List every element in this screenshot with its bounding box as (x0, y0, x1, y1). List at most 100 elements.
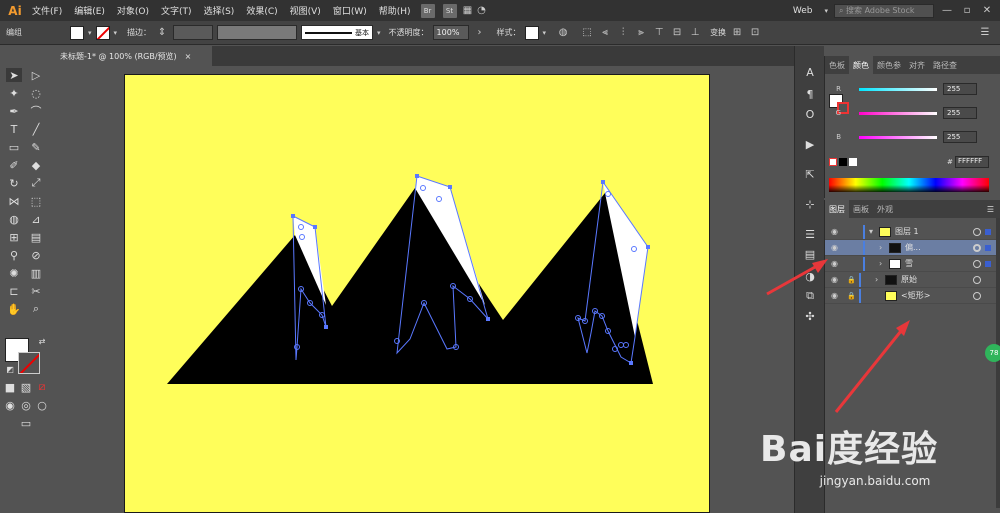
opacity-field[interactable]: 100% (432, 25, 469, 40)
fill-swatch[interactable] (70, 25, 84, 40)
column-graph-tool-icon[interactable]: ▥ (28, 266, 44, 280)
layer-row-5[interactable]: ◉ 🔒 <矩形> (825, 288, 997, 304)
tab-pathfinder[interactable]: 路径查 (929, 56, 961, 74)
align-left-icon[interactable]: ⫷ (598, 26, 612, 40)
layers-scrollbar[interactable] (996, 218, 1000, 508)
layer-name[interactable]: 雪 (905, 258, 973, 269)
curvature-tool-icon[interactable]: ⌒ (28, 104, 44, 118)
panel-menu-icon[interactable]: ☰ (978, 26, 992, 40)
eyedropper-tool-icon[interactable]: ⚲ (6, 248, 22, 262)
magic-wand-tool-icon[interactable]: ✦ (6, 86, 22, 100)
gpu-performance-icon[interactable]: ◔ (475, 4, 489, 18)
red-value[interactable]: 255 (943, 83, 977, 95)
links-panel-icon[interactable]: ⧉ (802, 288, 818, 304)
green-track[interactable] (859, 111, 937, 115)
workspace-chevron-down-icon[interactable]: ▾ (824, 7, 828, 15)
expand-chevron-right-icon[interactable]: › (879, 259, 889, 268)
type-tool-icon[interactable]: T (6, 122, 22, 136)
character-panel-icon[interactable]: A (802, 64, 818, 80)
asset-export-icon[interactable]: ✣ (802, 308, 818, 324)
notification-badge[interactable]: 78 (985, 344, 1000, 362)
target-circle-icon[interactable] (973, 259, 981, 268)
align-middle-icon[interactable]: ⊟ (670, 26, 684, 40)
expand-chevron-down-icon[interactable]: ▾ (869, 227, 879, 236)
gradient-mode-icon[interactable]: ▧ (18, 380, 34, 394)
stroke-panel-icon[interactable]: ☰ (802, 226, 818, 242)
document-tab-close-icon[interactable]: × (185, 52, 192, 61)
brush-style-dropdown[interactable]: 基本 (301, 25, 374, 40)
align-to-icon[interactable]: ⬚ (580, 26, 594, 40)
lock-icon[interactable]: 🔒 (847, 276, 857, 284)
document-tab[interactable]: 未标题-1* @ 100% (RGB/预览) × (52, 46, 212, 66)
swap-colors-icon[interactable]: ⇄ (34, 334, 50, 348)
canvas-area[interactable] (52, 66, 794, 513)
align-right-icon[interactable]: ⫸ (634, 26, 648, 40)
layer-row-3[interactable]: ◉ › 雪 (825, 256, 997, 272)
export-panel-icon[interactable]: ⇱ (802, 166, 818, 182)
selection-indicator[interactable] (985, 260, 991, 267)
tab-appearance[interactable]: 外观 (873, 200, 897, 218)
visibility-eye-icon[interactable]: ◉ (831, 227, 843, 236)
lock-icon[interactable]: 🔒 (847, 292, 857, 300)
layer-name[interactable]: 原始 (901, 274, 973, 285)
transform-panel-icon[interactable]: ⊹ (802, 196, 818, 212)
panel-menu-icon[interactable]: ☰ (987, 205, 1000, 214)
draw-inside-icon[interactable]: ○ (34, 398, 50, 412)
menu-window[interactable]: 窗口(W) (327, 4, 373, 17)
paragraph-panel-icon[interactable]: ¶ (802, 86, 818, 102)
default-colors-icon[interactable]: ◩ (2, 362, 18, 376)
target-circle-icon[interactable] (973, 243, 981, 252)
layer-name[interactable]: <矩形> (901, 290, 973, 301)
menu-view[interactable]: 视图(V) (284, 4, 327, 17)
close-icon[interactable]: ✕ (980, 4, 994, 18)
hand-tool-icon[interactable]: ✋ (6, 302, 22, 316)
stroke-chevron-down-icon[interactable]: ▾ (114, 29, 118, 37)
selection-indicator[interactable] (985, 228, 991, 235)
minimize-icon[interactable]: — (940, 4, 954, 18)
color-spectrum[interactable] (829, 178, 989, 192)
mountains-shape[interactable] (167, 188, 653, 384)
green-slider[interactable]: G 255 (829, 106, 999, 120)
menu-edit[interactable]: 编辑(E) (68, 4, 111, 17)
red-slider[interactable]: R 255 (829, 82, 999, 96)
expand-chevron-right-icon[interactable]: › (875, 275, 885, 284)
blue-value[interactable]: 255 (943, 131, 977, 143)
blend-tool-icon[interactable]: ⊘ (28, 248, 44, 262)
transform-button[interactable]: 变换 (710, 27, 726, 38)
arrange-documents-icon[interactable]: ▦ (461, 4, 475, 18)
gradient-tool-icon[interactable]: ▤ (28, 230, 44, 244)
screen-mode-icon[interactable]: ▭ (18, 416, 34, 430)
visibility-eye-icon[interactable]: ◉ (831, 243, 843, 252)
red-track[interactable] (859, 87, 937, 91)
menu-type[interactable]: 文字(T) (155, 4, 198, 17)
expand-chevron-right-icon[interactable]: › (879, 243, 889, 252)
menu-help[interactable]: 帮助(H) (373, 4, 417, 17)
layer-row-1[interactable]: ◉ ▾ 图层 1 (825, 224, 997, 240)
paintbrush-tool-icon[interactable]: ✎ (28, 140, 44, 154)
color-mode-icon[interactable]: ■ (2, 380, 18, 394)
brush-chevron-down-icon[interactable]: ▾ (377, 29, 381, 37)
perspective-grid-tool-icon[interactable]: ⊿ (28, 212, 44, 226)
visibility-eye-icon[interactable]: ◉ (831, 275, 843, 284)
tab-color[interactable]: 颜色 (849, 56, 873, 74)
rotate-tool-icon[interactable]: ↻ (6, 176, 22, 190)
stroke-weight-field[interactable] (173, 25, 214, 40)
align-top-icon[interactable]: ⊤ (652, 26, 666, 40)
actions-panel-icon[interactable]: ▶ (802, 136, 818, 152)
style-chevron-down-icon[interactable]: ▾ (543, 29, 547, 37)
blue-track[interactable] (859, 135, 937, 139)
free-transform-tool-icon[interactable]: ⬚ (28, 194, 44, 208)
stroke-weight-stepper-icon[interactable]: ⇕ (155, 26, 169, 40)
tab-swatches[interactable]: 色板 (825, 56, 849, 74)
bridge-button[interactable]: Br (420, 3, 435, 18)
variable-width-field[interactable] (217, 25, 298, 40)
gradient-panel-icon[interactable]: ▤ (802, 246, 818, 262)
selection-indicator[interactable] (985, 244, 991, 251)
target-circle-icon[interactable] (973, 227, 981, 236)
layer-row-2[interactable]: ◉ › 偏... (825, 240, 997, 256)
blue-slider[interactable]: B 255 (829, 130, 999, 144)
artboard-tool-icon[interactable]: ⊏ (6, 284, 22, 298)
fill-chevron-down-icon[interactable]: ▾ (88, 29, 92, 37)
green-value[interactable]: 255 (943, 107, 977, 119)
menu-file[interactable]: 文件(F) (26, 4, 68, 17)
